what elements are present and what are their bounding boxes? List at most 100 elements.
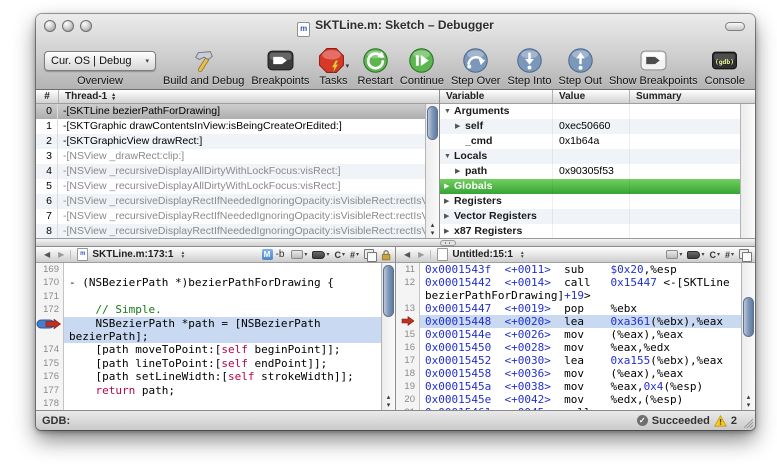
line-number-gutter-cell[interactable]: [396, 289, 420, 302]
code-line[interactable]: 170x00015452 <+0030> lea 0xa155(%ebx),%e…: [396, 354, 741, 367]
step-over-button[interactable]: Step Over: [451, 47, 501, 87]
line-number-gutter-cell[interactable]: 174: [36, 343, 64, 356]
code-line[interactable]: 175 [path lineToPoint:[self endPoint]];: [36, 357, 381, 370]
scroll-up-arrow[interactable]: ▴: [747, 394, 751, 402]
scrollbar-thumb[interactable]: [743, 297, 754, 337]
file-location-popup[interactable]: Untitled:15:1: [452, 249, 513, 260]
disclosure-closed-icon[interactable]: ▶: [444, 194, 454, 209]
disasm-editor-scrollbar[interactable]: ▴ ▾: [741, 263, 755, 410]
bookmarks-menu-button[interactable]: ▾: [291, 250, 307, 259]
thread-row[interactable]: 6-[NSView _recursiveDisplayRectIfNeededI…: [36, 194, 425, 209]
line-number-gutter-cell[interactable]: 12: [396, 276, 420, 289]
bookmarks-menu-button[interactable]: ▾: [666, 250, 682, 259]
disclosure-closed-icon[interactable]: ▶: [455, 119, 465, 134]
column-header-number[interactable]: #: [36, 90, 59, 103]
disassembly-editor[interactable]: 110x0001543f <+0011> sub $0x20,%esp120x0…: [396, 263, 755, 410]
marks-menu-button[interactable]: #▾: [725, 250, 734, 260]
scroll-down-arrow[interactable]: ▾: [431, 230, 435, 238]
code-line[interactable]: 174 [path moveToPoint:[self beginPoint]]…: [36, 343, 381, 356]
disclosure-open-icon[interactable]: ▼: [444, 149, 454, 164]
line-number-gutter-cell[interactable]: 19: [396, 380, 420, 393]
code-line[interactable]: 120x00015442 <+0014> call 0x15447 <-[SKT…: [396, 276, 741, 289]
code-line[interactable]: 180x00015458 <+0036> mov (%eax),%eax: [396, 367, 741, 380]
variable-row[interactable]: ▶x87 Registers: [440, 224, 740, 238]
thread-row[interactable]: 3-[NSView _drawRect:clip:]: [36, 149, 425, 164]
warning-icon[interactable]: [714, 415, 727, 427]
line-stepper[interactable]: ▴▾: [521, 251, 524, 259]
back-button[interactable]: ◀: [40, 250, 54, 259]
code-line[interactable]: 190x0001545a <+0038> mov %eax,0x4(%esp): [396, 380, 741, 393]
line-number-gutter-cell[interactable]: 175: [36, 357, 64, 370]
line-number-gutter-cell[interactable]: 177: [36, 384, 64, 397]
code-line[interactable]: 176 [path setLineWidth:[self strokeWidth…: [36, 370, 381, 383]
source-editor-scrollbar[interactable]: ▴ ▾: [381, 263, 395, 410]
thread-row[interactable]: 2-[SKTGraphicView drawRect:]: [36, 134, 425, 149]
scroll-down-arrow[interactable]: ▾: [387, 402, 391, 410]
build-and-debug-button[interactable]: Build and Debug: [163, 47, 244, 87]
scroll-up-arrow[interactable]: ▴: [387, 394, 391, 402]
line-number-gutter-cell[interactable]: 18: [396, 367, 420, 380]
program-counter-arrow[interactable]: [396, 315, 420, 328]
breakpoints-button[interactable]: Breakpoints: [251, 47, 309, 87]
variables-scrollbar-track[interactable]: [740, 104, 755, 238]
line-number-gutter-cell[interactable]: 15: [396, 328, 420, 341]
step-into-button[interactable]: Step Into: [507, 47, 551, 87]
variable-row[interactable]: ▶self0xec50660: [440, 119, 740, 134]
line-number-gutter-cell[interactable]: 169: [36, 263, 64, 276]
variable-row[interactable]: ▶path0x90305f53: [440, 164, 740, 179]
variable-row[interactable]: _cmd0x1b64a: [440, 134, 740, 149]
thread-list-scrollbar[interactable]: ▴ ▾: [425, 104, 439, 238]
code-line[interactable]: 150x0001544e <+0026> mov (%eax),%eax: [396, 328, 741, 341]
code-line[interactable]: 130x00015447 <+0019> pop %ebx: [396, 302, 741, 315]
variable-row[interactable]: ▶Globals: [440, 179, 740, 194]
forward-button[interactable]: ▶: [54, 250, 71, 259]
code-line[interactable]: 169: [36, 263, 381, 276]
counterparts-menu-button[interactable]: C▾: [709, 250, 720, 260]
variable-row[interactable]: ▼Locals: [440, 149, 740, 164]
disclosure-open-icon[interactable]: ▼: [444, 104, 454, 119]
line-number-gutter-cell[interactable]: 16: [396, 341, 420, 354]
code-line[interactable]: 178: [36, 397, 381, 410]
line-number-gutter-cell[interactable]: 13: [396, 302, 420, 315]
continue-button[interactable]: Continue: [400, 47, 444, 87]
column-header-thread[interactable]: Thread-1 ▴▾: [59, 90, 439, 103]
variable-row[interactable]: ▶Registers: [440, 194, 740, 209]
thread-row[interactable]: 0-[SKTLine bezierPathForDrawing]: [36, 104, 425, 119]
line-number-gutter-cell[interactable]: 172: [36, 303, 64, 316]
thread-row[interactable]: 1-[SKTGraphic drawContentsInView:isBeing…: [36, 119, 425, 134]
counterpart-toggle-button[interactable]: [739, 249, 751, 260]
line-number-gutter-cell[interactable]: 178: [36, 397, 64, 410]
disclosure-closed-icon[interactable]: ▶: [444, 179, 454, 194]
code-line[interactable]: bezierPath];: [36, 330, 381, 343]
variable-row[interactable]: ▶Vector Registers: [440, 209, 740, 224]
splitter-handle[interactable]: [440, 240, 456, 246]
breakpoint-current-line-marker[interactable]: [36, 317, 64, 330]
horizontal-splitter[interactable]: [36, 238, 755, 247]
code-line[interactable]: 160x00015450 <+0028> mov %eax,%edx: [396, 341, 741, 354]
disclosure-closed-icon[interactable]: ▶: [444, 224, 454, 238]
back-button[interactable]: ◀: [400, 250, 414, 259]
tasks-button[interactable]: ▾ Tasks: [316, 47, 350, 87]
disclosure-closed-icon[interactable]: ▶: [444, 209, 454, 224]
code-line[interactable]: bezierPathForDrawing]+19>: [396, 289, 741, 302]
scrollbar-thumb[interactable]: [427, 106, 438, 140]
breakpoints-menu-button[interactable]: ▾: [687, 251, 704, 259]
show-breakpoints-button[interactable]: Show Breakpoints: [609, 47, 698, 87]
scroll-down-arrow[interactable]: ▾: [747, 402, 751, 410]
warning-count[interactable]: 2: [731, 415, 737, 427]
thread-row[interactable]: 8-[NSView _recursiveDisplayRectIfNeededI…: [36, 224, 425, 238]
step-out-button[interactable]: Step Out: [559, 47, 602, 87]
code-line[interactable]: 0x00015448 <+0020> lea 0xa361(%ebx),%eax: [396, 315, 741, 328]
line-number-gutter-cell[interactable]: 170: [36, 276, 64, 289]
disclosure-closed-icon[interactable]: ▶: [455, 164, 465, 179]
code-line[interactable]: 177 return path;: [36, 384, 381, 397]
thread-row[interactable]: 4-[NSView _recursiveDisplayAllDirtyWithL…: [36, 164, 425, 179]
breakpoints-menu-button[interactable]: ▾: [312, 251, 329, 259]
restart-button[interactable]: Restart: [357, 47, 392, 87]
thread-row[interactable]: 5-[NSView _recursiveDisplayAllDirtyWithL…: [36, 179, 425, 194]
line-number-gutter-cell[interactable]: 20: [396, 393, 420, 406]
column-header-summary[interactable]: Summary: [630, 90, 755, 103]
column-header-value[interactable]: Value: [553, 90, 630, 103]
variable-row[interactable]: ▼Arguments: [440, 104, 740, 119]
thread-row[interactable]: 7-[NSView _recursiveDisplayRectIfNeededI…: [36, 209, 425, 224]
